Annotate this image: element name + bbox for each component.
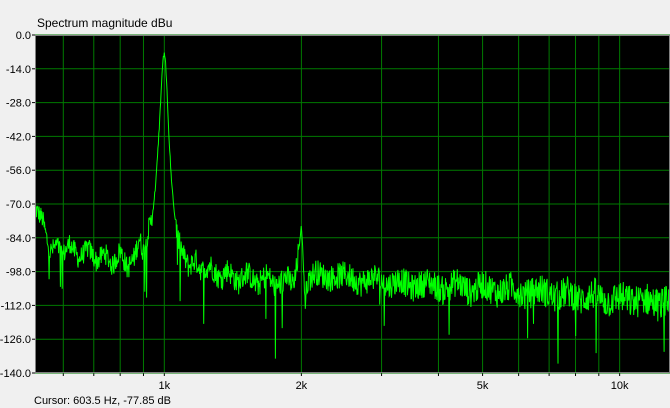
y-tick-label: -126.0 <box>0 334 31 346</box>
y-tick-label: -14.0 <box>6 64 31 76</box>
y-tick-label: -140.0 <box>0 368 31 380</box>
plot-area[interactable] <box>34 34 670 374</box>
spectrum-chart[interactable]: 0.0 -14.0 -28.0 -42.0 -56.0 -70.0 -84.0 -98.0 -1… <box>0 0 670 402</box>
y-tick-label: -84.0 <box>6 233 31 245</box>
y-tick-label: -98.0 <box>6 267 31 279</box>
y-tick-label: 0.0 <box>16 30 31 42</box>
x-tick-label: 1k <box>159 380 171 392</box>
y-tick-label: -56.0 <box>6 165 31 177</box>
y-tick-label: -112.0 <box>1 300 31 312</box>
y-tick-label: -28.0 <box>6 98 31 110</box>
y-tick-label: -70.0 <box>6 199 31 211</box>
x-tick-label: 10k <box>611 380 629 392</box>
y-tick-label: -42.0 <box>6 131 31 143</box>
x-tick-label: 5k <box>477 380 489 392</box>
x-tick-label: 2k <box>296 380 308 392</box>
cursor-readout: Cursor: 603.5 Hz, -77.85 dB <box>34 395 171 407</box>
